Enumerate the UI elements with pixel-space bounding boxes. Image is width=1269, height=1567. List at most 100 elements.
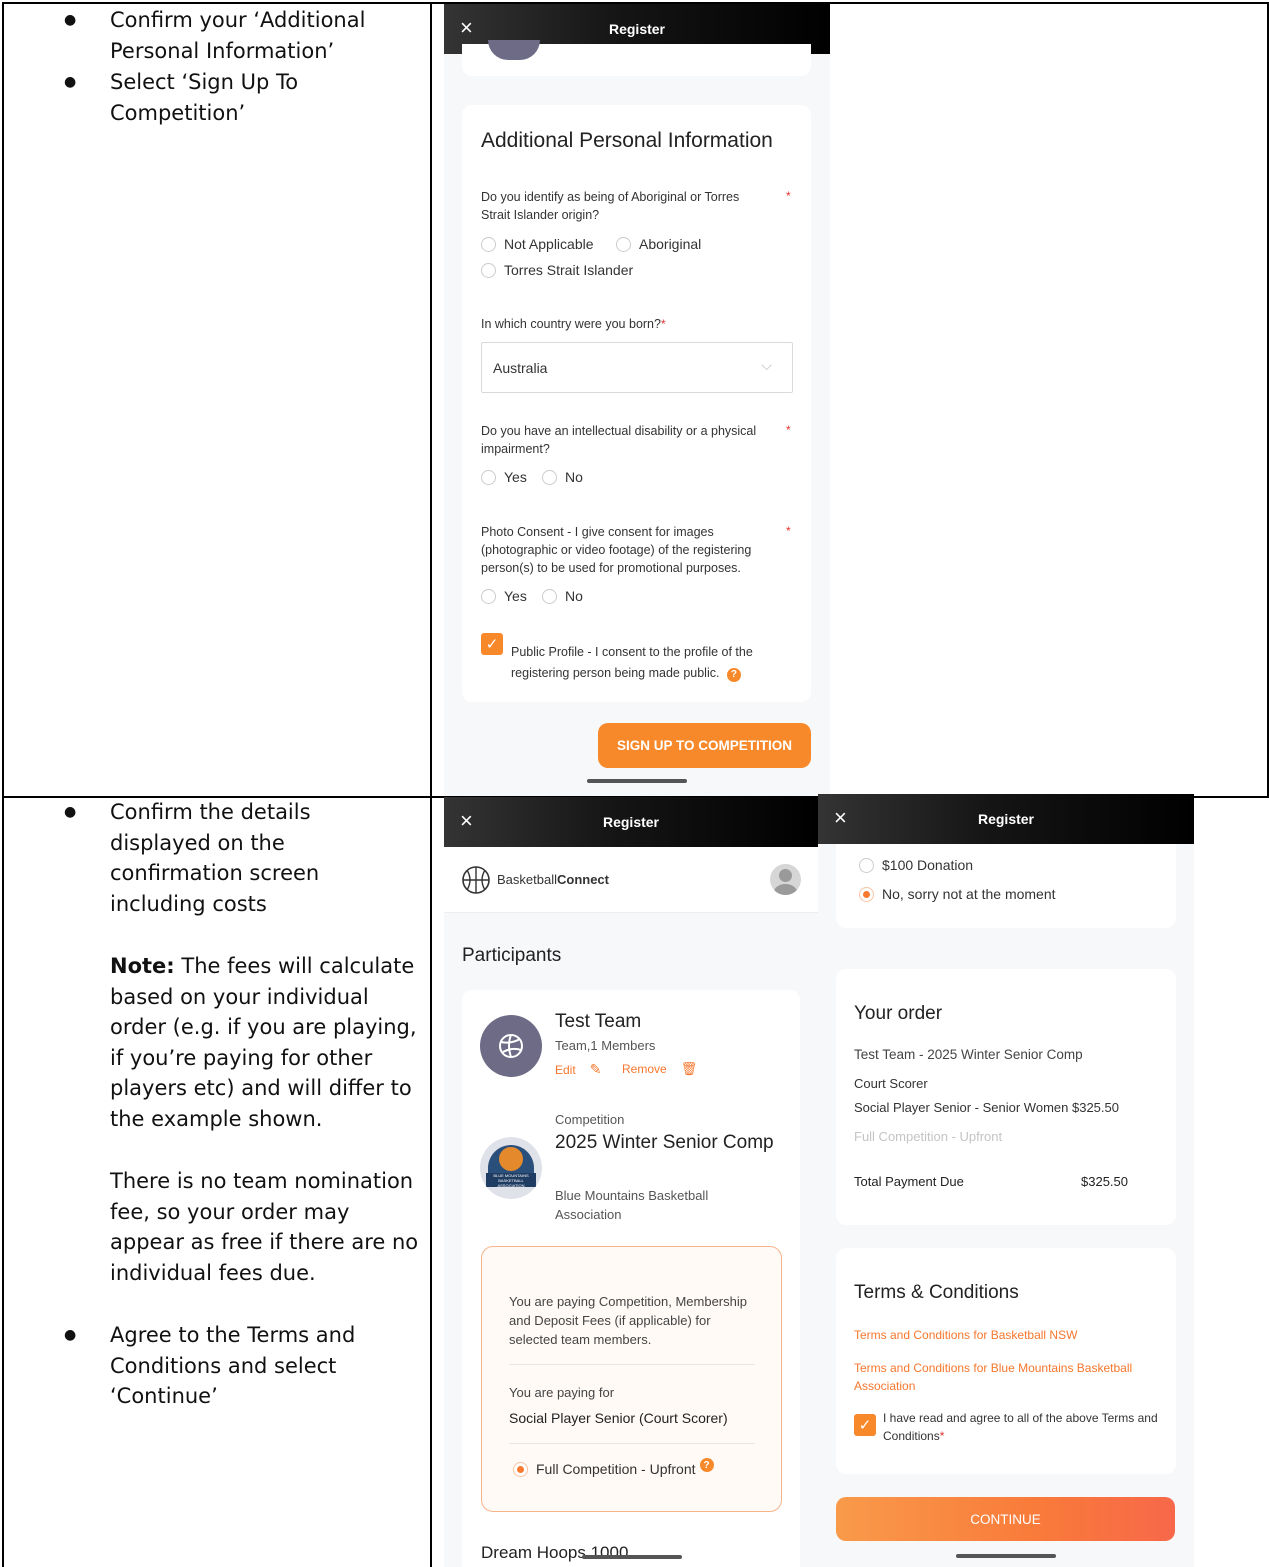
radio-donation-100[interactable]: $100 Donation bbox=[859, 857, 973, 873]
country-select[interactable]: Australia ⌵ bbox=[481, 342, 793, 393]
radio-full-competition[interactable]: Full Competition - Upfront ? bbox=[513, 1458, 714, 1477]
paying-text: You are paying Competition, Membership a… bbox=[509, 1294, 747, 1347]
radio-circle[interactable] bbox=[616, 236, 631, 252]
radio-disability-yes[interactable]: Yes bbox=[481, 469, 527, 485]
donation-card: $100 Donation No, sorry not at the momen… bbox=[836, 844, 1176, 928]
screen-participants: × Register BasketballConnect Participant… bbox=[444, 797, 818, 1567]
screen-title: Register bbox=[977, 811, 1035, 827]
table-border-right bbox=[1267, 2, 1269, 797]
divider bbox=[509, 1443, 755, 1444]
user-avatar[interactable] bbox=[770, 864, 801, 895]
paying-for-label: You are paying for bbox=[509, 1385, 615, 1400]
country-question: In which country were you born?* bbox=[481, 317, 666, 331]
paying-for-value: Social Player Senior (Court Scorer) bbox=[509, 1410, 728, 1426]
order-fee-type: Full Competition - Upfront bbox=[854, 1129, 1003, 1144]
avatar-head bbox=[779, 869, 792, 882]
remove-link[interactable]: Remove 🗑 bbox=[622, 1061, 697, 1077]
radio-circle[interactable] bbox=[859, 886, 874, 902]
edit-link[interactable]: Edit ✎ bbox=[555, 1061, 601, 1078]
app-header: BasketballConnect bbox=[444, 847, 818, 913]
radio-circle[interactable] bbox=[481, 588, 496, 604]
close-icon[interactable]: × bbox=[460, 15, 473, 41]
logo-banner: BLUE MOUNTAINS BASKETBALL ASSOCIATION bbox=[486, 1173, 536, 1187]
home-indicator bbox=[956, 1554, 1056, 1558]
logo-ball bbox=[499, 1147, 523, 1171]
brand-logo: BasketballConnect bbox=[497, 872, 609, 887]
continue-button[interactable]: CONTINUE bbox=[836, 1497, 1175, 1541]
bullet-dot: ● bbox=[64, 1327, 77, 1343]
additional-info-card: Additional Personal Information Do you i… bbox=[462, 105, 811, 702]
radio-disability-no[interactable]: No bbox=[542, 469, 583, 485]
next-team-name: Dream Hoops 1000 bbox=[481, 1543, 629, 1562]
table-column-divider bbox=[430, 2, 432, 1567]
screen-title: Register bbox=[602, 814, 660, 830]
help-icon[interactable]: ? bbox=[726, 667, 741, 682]
radio-photo-no[interactable]: No bbox=[542, 588, 583, 604]
sign-up-button[interactable]: SIGN UP TO COMPETITION bbox=[598, 723, 811, 768]
section-title: Additional Personal Information bbox=[481, 129, 773, 152]
trash-icon: 🗑 bbox=[680, 1061, 698, 1076]
divider bbox=[509, 1364, 755, 1365]
avatar-body bbox=[774, 884, 797, 895]
agree-label: I have read and agree to all of the abov… bbox=[883, 1411, 1158, 1443]
order-title: Your order bbox=[854, 1003, 943, 1024]
public-profile-label: Public Profile - I consent to the profil… bbox=[511, 645, 753, 682]
table-border-left bbox=[2, 2, 4, 1567]
chevron-down-icon: ⌵ bbox=[761, 357, 772, 373]
radio-torres-strait[interactable]: Torres Strait Islander bbox=[481, 262, 633, 278]
association-logo: BLUE MOUNTAINS BASKETBALL ASSOCIATION bbox=[480, 1137, 542, 1199]
payment-info-box: You are paying Competition, Membership a… bbox=[481, 1246, 782, 1512]
radio-circle[interactable] bbox=[513, 1461, 528, 1477]
total-label: Total Payment Due bbox=[854, 1174, 964, 1189]
radio-circle[interactable] bbox=[542, 469, 557, 485]
terms-title: Terms & Conditions bbox=[854, 1282, 1019, 1303]
radio-no-donation[interactable]: No, sorry not at the moment bbox=[859, 886, 1056, 902]
competition-label: Competition bbox=[555, 1112, 625, 1127]
section-title: Participants bbox=[462, 945, 562, 966]
participant-card: Test Team Team,1 Members Edit ✎ Remove 🗑… bbox=[462, 990, 800, 1567]
instruction-bullet-1: ● Confirm your ‘Additional Personal Info… bbox=[64, 5, 410, 66]
order-role: Court Scorer bbox=[854, 1076, 928, 1091]
radio-circle[interactable] bbox=[481, 236, 496, 252]
terms-link-association[interactable]: Terms and Conditions for Blue Mountains … bbox=[854, 1359, 1159, 1395]
required-mark: * bbox=[786, 524, 791, 538]
close-icon[interactable]: × bbox=[460, 808, 473, 834]
top-bar: × Register bbox=[818, 794, 1194, 844]
total-value: $325.50 bbox=[1081, 1174, 1128, 1189]
agree-checkbox[interactable]: ✓ bbox=[854, 1414, 876, 1436]
instruction-bullet-3: ● Confirm the details displayed on the c… bbox=[64, 797, 360, 919]
help-icon[interactable]: ? bbox=[699, 1458, 714, 1472]
order-card: Your order Test Team - 2025 Winter Senio… bbox=[836, 969, 1176, 1225]
radio-circle[interactable] bbox=[859, 857, 874, 873]
top-bar: × Register bbox=[444, 797, 818, 847]
instruction-bullet-2: ● Select ‘Sign Up To Competition’ bbox=[64, 67, 410, 128]
required-mark: * bbox=[786, 423, 791, 437]
order-line: Test Team - 2025 Winter Senior Comp bbox=[854, 1047, 1083, 1062]
close-icon[interactable]: × bbox=[834, 805, 847, 831]
radio-circle[interactable] bbox=[481, 262, 496, 278]
screen-additional-info: × Register Additional Personal Informati… bbox=[444, 4, 830, 796]
radio-not-applicable[interactable]: Not Applicable bbox=[481, 236, 594, 252]
radio-photo-yes[interactable]: Yes bbox=[481, 588, 527, 604]
public-profile-checkbox[interactable]: ✓ bbox=[481, 633, 503, 655]
home-indicator bbox=[582, 1555, 682, 1559]
bullet-dot: ● bbox=[64, 12, 77, 28]
radio-aboriginal[interactable]: Aboriginal bbox=[616, 236, 701, 252]
screen-title: Register bbox=[608, 21, 666, 37]
check-icon: ✓ bbox=[858, 1417, 872, 1434]
terms-card: Terms & Conditions Terms and Conditions … bbox=[836, 1248, 1176, 1474]
screen-order-summary: × Register $100 Donation No, sorry not a… bbox=[818, 794, 1194, 1567]
team-members: Team,1 Members bbox=[555, 1038, 656, 1053]
radio-circle[interactable] bbox=[481, 469, 496, 485]
terms-link-nsw[interactable]: Terms and Conditions for Basketball NSW bbox=[854, 1328, 1077, 1342]
bullet-dot: ● bbox=[64, 74, 77, 90]
team-name: Test Team bbox=[555, 1011, 642, 1032]
photo-consent-question: Photo Consent - I give consent for image… bbox=[481, 525, 752, 575]
check-icon: ✓ bbox=[485, 636, 499, 653]
aboriginal-question: Do you identify as being of Aboriginal o… bbox=[481, 190, 740, 222]
radio-circle[interactable] bbox=[542, 588, 557, 604]
order-item: Social Player Senior - Senior Women $325… bbox=[854, 1100, 1119, 1115]
volleyball-icon bbox=[499, 1034, 523, 1058]
competition-name: 2025 Winter Senior Comp bbox=[555, 1132, 774, 1153]
required-mark: * bbox=[786, 189, 791, 203]
